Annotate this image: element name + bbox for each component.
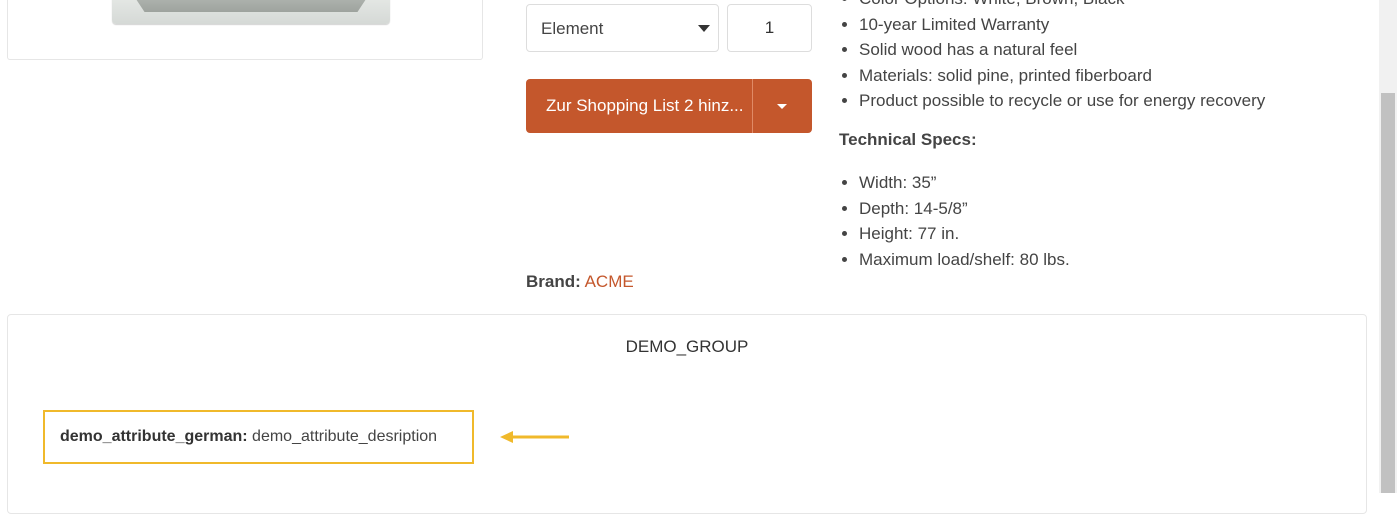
technical-specs-list: Width: 35” Depth: 14-5/8” Height: 77 in.… [839, 170, 1070, 272]
feature-item: Color Options: White, Brown, Black [859, 0, 1265, 12]
attribute-name: demo_attribute_german: [60, 428, 248, 445]
feature-item: 10-year Limited Warranty [859, 12, 1265, 38]
technical-specs-title: Technical Specs: [839, 130, 977, 149]
attribute-highlight-box: demo_attribute_german: demo_attribute_de… [43, 410, 474, 464]
scrollbar-thumb[interactable] [1381, 93, 1395, 493]
arrow-left-icon [500, 431, 569, 443]
feature-list: Color Options: White, Brown, Black 10-ye… [839, 0, 1265, 114]
product-image [112, 0, 390, 24]
quantity-input[interactable] [727, 4, 812, 52]
feature-item: Materials: solid pine, printed fiberboar… [859, 63, 1265, 89]
spec-item: Maximum load/shelf: 80 lbs. [859, 247, 1070, 273]
chevron-down-icon [698, 25, 710, 32]
attribute-group-panel: DEMO_GROUP demo_attribute_german: demo_a… [7, 314, 1367, 514]
spec-item: Depth: 14-5/8” [859, 196, 1070, 222]
attribute-value: demo_attribute_desription [252, 428, 438, 445]
feature-item: Solid wood has a natural feel [859, 37, 1265, 63]
brand-link[interactable]: ACME [585, 272, 634, 291]
shopping-list-dropdown-toggle[interactable] [753, 79, 812, 133]
brand-label: Brand: [526, 272, 581, 291]
unit-select[interactable]: Element [526, 4, 719, 52]
brand-line: Brand: ACME [526, 272, 634, 292]
spec-item: Width: 35” [859, 170, 1070, 196]
feature-item: Product possible to recycle or use for e… [859, 88, 1265, 114]
unit-select-value: Element [541, 19, 604, 38]
add-to-shopping-list-button[interactable]: Zur Shopping List 2 hinz... [526, 79, 752, 133]
attribute-group-title: DEMO_GROUP [625, 337, 749, 356]
spec-item: Height: 77 in. [859, 221, 1070, 247]
add-to-shopping-list-group: Zur Shopping List 2 hinz... [526, 79, 812, 133]
caret-down-icon [777, 104, 787, 109]
product-image-container [7, 0, 483, 60]
